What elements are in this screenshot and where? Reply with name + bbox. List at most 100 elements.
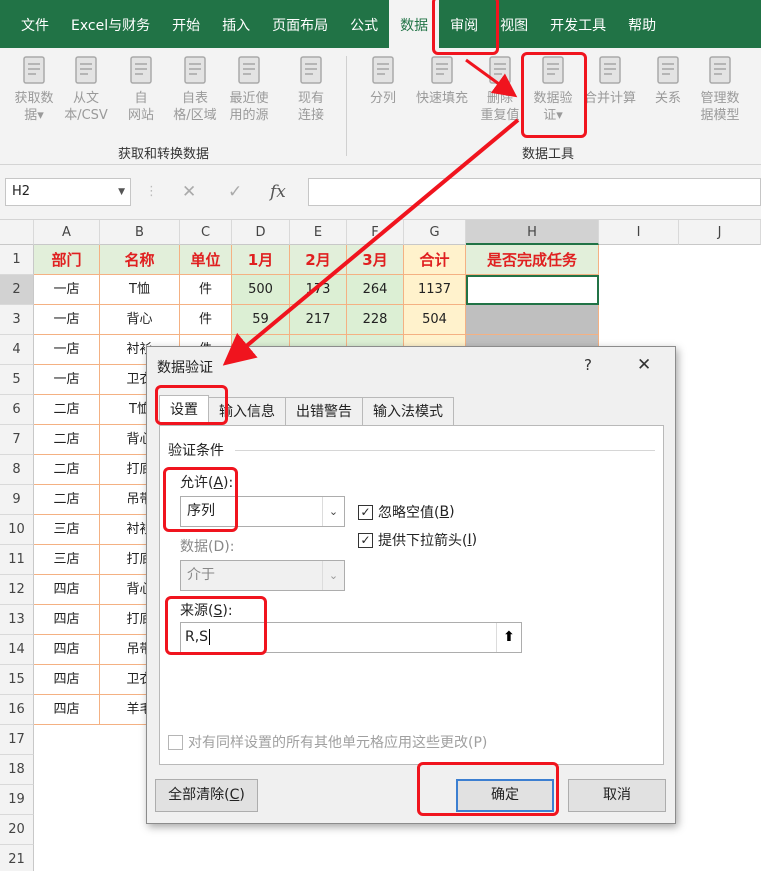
ribbon-button-tools-5[interactable]: 关系 (638, 54, 698, 107)
row-header[interactable]: 1 (0, 245, 34, 275)
name-box[interactable]: H2 ▼ (5, 178, 131, 206)
ribbon-button-get-4[interactable]: 最近使 用的源 (223, 54, 275, 124)
ribbon-button-get-0[interactable]: 获取数 据▾ (8, 54, 60, 124)
header-cell[interactable]: 合计 (404, 245, 466, 275)
table-cell[interactable]: 228 (347, 305, 404, 335)
table-cell[interactable]: 一店 (34, 335, 100, 365)
ribbon-button-tools-2[interactable]: 删除 重复值 (470, 54, 530, 124)
row-header[interactable]: 2 (0, 275, 34, 305)
column-header[interactable]: C (180, 220, 232, 245)
ribbon-button-get-2[interactable]: 自 网站 (115, 54, 167, 124)
ok-button[interactable]: 确定 (456, 779, 554, 812)
column-header[interactable]: F (347, 220, 404, 245)
row-header[interactable]: 3 (0, 305, 34, 335)
enter-icon[interactable]: ✓ (228, 182, 242, 202)
source-input[interactable]: R,S ⬆ (180, 622, 522, 653)
row-header[interactable]: 16 (0, 695, 34, 725)
help-icon[interactable]: ? (584, 356, 592, 374)
table-cell[interactable]: 500 (232, 275, 290, 305)
row-header[interactable]: 17 (0, 725, 34, 755)
row-header[interactable]: 12 (0, 575, 34, 605)
select-all-corner[interactable] (0, 220, 34, 245)
ribbon-tab-0[interactable]: 文件 (0, 0, 60, 48)
ribbon-tab-7[interactable]: 审阅 (439, 0, 489, 48)
formula-input[interactable] (308, 178, 761, 206)
tab-input-message[interactable]: 输入信息 (208, 397, 286, 425)
row-header[interactable]: 5 (0, 365, 34, 395)
table-cell[interactable]: 二店 (34, 485, 100, 515)
table-cell[interactable]: 217 (290, 305, 347, 335)
column-header[interactable]: E (290, 220, 347, 245)
header-cell[interactable]: 是否完成任务 (466, 245, 599, 275)
row-header[interactable]: 20 (0, 815, 34, 845)
chevron-down-icon[interactable]: ▼ (118, 179, 125, 205)
header-cell[interactable]: 3月 (347, 245, 404, 275)
column-header[interactable]: A (34, 220, 100, 245)
header-cell[interactable]: 单位 (180, 245, 232, 275)
ribbon-tab-9[interactable]: 开发工具 (539, 0, 617, 48)
header-cell[interactable]: 2月 (290, 245, 347, 275)
ribbon-button-get-5[interactable]: 现有 连接 (285, 54, 337, 124)
fx-icon[interactable]: fx (270, 182, 286, 202)
table-cell[interactable]: 四店 (34, 695, 100, 725)
ribbon-button-tools-0[interactable]: 分列 (353, 54, 413, 107)
ribbon-tab-4[interactable]: 页面布局 (261, 0, 339, 48)
ribbon-tab-6[interactable]: 数据 (389, 0, 440, 48)
column-header[interactable]: J (679, 220, 761, 245)
tab-error-alert[interactable]: 出错警告 (285, 397, 363, 425)
column-header[interactable]: B (100, 220, 180, 245)
table-cell[interactable]: 件 (180, 305, 232, 335)
table-cell[interactable]: 1137 (404, 275, 466, 305)
checkbox-icon[interactable]: ✓ (358, 532, 373, 548)
ribbon-button-tools-6[interactable]: 管理数 据模型 (690, 54, 750, 124)
table-cell[interactable]: 三店 (34, 515, 100, 545)
table-cell[interactable]: 一店 (34, 275, 100, 305)
table-cell[interactable]: 件 (180, 275, 232, 305)
table-cell[interactable]: 504 (404, 305, 466, 335)
cancel-icon[interactable]: ✕ (182, 182, 196, 202)
table-cell[interactable]: 二店 (34, 395, 100, 425)
row-header[interactable]: 21 (0, 845, 34, 871)
row-header[interactable]: 18 (0, 755, 34, 785)
checkbox-icon[interactable]: ✓ (358, 504, 373, 520)
row-header[interactable]: 19 (0, 785, 34, 815)
row-header[interactable]: 11 (0, 545, 34, 575)
ribbon-button-tools-1[interactable]: 快速填充 (412, 54, 472, 107)
cancel-button[interactable]: 取消 (568, 779, 666, 812)
table-cell[interactable]: 一店 (34, 305, 100, 335)
table-cell[interactable]: 二店 (34, 425, 100, 455)
close-icon[interactable]: ✕ (637, 355, 651, 375)
header-cell[interactable]: 名称 (100, 245, 180, 275)
row-header[interactable]: 8 (0, 455, 34, 485)
table-cell[interactable]: 59 (232, 305, 290, 335)
row-header[interactable]: 15 (0, 665, 34, 695)
ribbon-button-tools-3[interactable]: 数据验 证▾ (523, 54, 583, 124)
ribbon-tab-1[interactable]: Excel与财务 (60, 0, 161, 48)
ribbon-button-get-3[interactable]: 自表 格/区域 (169, 54, 221, 124)
table-cell[interactable]: 四店 (34, 665, 100, 695)
ribbon-button-get-1[interactable]: 从文 本/CSV (60, 54, 112, 124)
ribbon-tab-2[interactable]: 开始 (161, 0, 211, 48)
allow-select[interactable]: 序列 ⌄ (180, 496, 345, 527)
header-cell[interactable]: 部门 (34, 245, 100, 275)
row-header[interactable]: 7 (0, 425, 34, 455)
tab-settings[interactable]: 设置 (159, 395, 209, 425)
ribbon-tab-10[interactable]: 帮助 (617, 0, 667, 48)
clear-all-button[interactable]: 全部清除(C) (155, 779, 258, 812)
ignore-blank-checkbox[interactable]: ✓ 忽略空值(B) (358, 502, 455, 522)
collapse-dialog-icon[interactable]: ⬆ (496, 623, 521, 652)
row-header[interactable]: 13 (0, 605, 34, 635)
ribbon-button-tools-4[interactable]: 合并计算 (580, 54, 640, 107)
table-cell[interactable]: T恤 (100, 275, 180, 305)
header-cell[interactable]: 1月 (232, 245, 290, 275)
table-cell[interactable]: 一店 (34, 365, 100, 395)
in-cell-dropdown-checkbox[interactable]: ✓ 提供下拉箭头(I) (358, 530, 477, 550)
row-header[interactable]: 10 (0, 515, 34, 545)
row-header[interactable]: 9 (0, 485, 34, 515)
table-cell[interactable]: 四店 (34, 575, 100, 605)
column-header[interactable]: G (404, 220, 466, 245)
row-header[interactable]: 6 (0, 395, 34, 425)
table-cell[interactable]: 三店 (34, 545, 100, 575)
tab-ime-mode[interactable]: 输入法模式 (362, 397, 454, 425)
table-cell[interactable]: 264 (347, 275, 404, 305)
